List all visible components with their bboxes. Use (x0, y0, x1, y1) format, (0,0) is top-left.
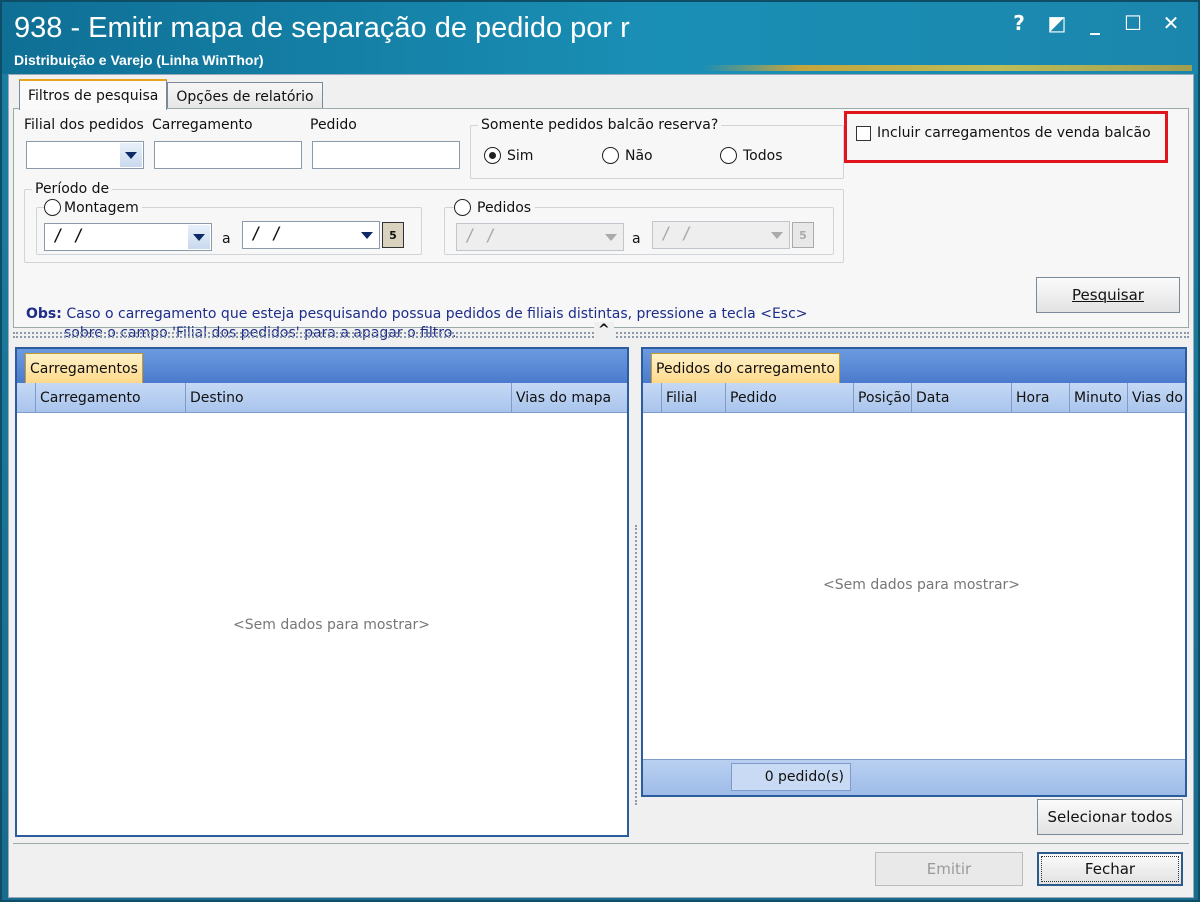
pedido-input[interactable] (312, 141, 460, 169)
carregamentos-grid: Carregamentos Carregamento Destino Vias … (15, 347, 629, 837)
column-pedido[interactable]: Pedido (725, 383, 853, 413)
chevron-down-icon[interactable] (600, 225, 622, 249)
tab-filtros-de-pesquisa[interactable]: Filtros de pesquisa (19, 79, 168, 110)
montagem-start-date[interactable]: / / (44, 223, 212, 251)
column-posicao[interactable]: Posição (853, 383, 911, 413)
radio-todos[interactable]: Todos (720, 147, 782, 164)
help-icon[interactable]: ? (1008, 11, 1030, 35)
window-title: 938 - Emitir mapa de separação de pedido… (14, 12, 630, 44)
radio-nao-label: Não (625, 147, 653, 164)
tab-pedidos-do-carregamento[interactable]: Pedidos do carregamento (651, 353, 840, 383)
radio-nao[interactable]: Não (602, 147, 653, 164)
selecionar-todos-button[interactable]: Selecionar todos (1037, 799, 1183, 835)
vertical-splitter[interactable] (635, 525, 639, 805)
carregamento-input[interactable] (154, 141, 302, 169)
column-vias[interactable]: Vias do (1127, 383, 1185, 413)
column-minuto[interactable]: Minuto (1069, 383, 1127, 413)
pedido-count: 0 pedido(s) (731, 763, 851, 791)
column-hora[interactable]: Hora (1011, 383, 1069, 413)
carregamentos-empty-message: <Sem dados para mostrar> (233, 617, 431, 633)
periodo-label: Período de (32, 181, 113, 197)
radio-sim-label: Sim (507, 147, 534, 164)
pedidos-empty-message: <Sem dados para mostrar> (823, 577, 1021, 593)
chevron-down-icon[interactable] (766, 223, 788, 247)
pedidos-grid-header: Filial Pedido Posição Data Hora Minuto V… (643, 383, 1185, 413)
montagem-end-date[interactable]: / / (242, 221, 380, 249)
tab-opcoes-de-relatorio[interactable]: Opções de relatório (167, 82, 323, 110)
pedidos-end-date[interactable]: / / (652, 221, 790, 249)
calendar-icon[interactable]: 5 (382, 222, 404, 248)
filial-dropdown[interactable] (26, 141, 144, 169)
column-data[interactable]: Data (911, 383, 1011, 413)
obs-line-1: Caso o carregamento que esteja pesquisan… (66, 306, 808, 322)
radio-montagem[interactable]: Montagem (44, 199, 142, 216)
fechar-button[interactable]: Fechar (1037, 852, 1183, 886)
filter-panel: Filial dos pedidos Carregamento Pedido S… (13, 108, 1189, 341)
window-subtitle: Distribuição e Varejo (Linha WinThor) (14, 52, 264, 68)
chevron-down-icon[interactable] (188, 225, 210, 249)
montagem-end-value: / / (251, 224, 282, 244)
row-indicator-column (643, 383, 661, 413)
minimize-icon[interactable]: _ (1084, 11, 1106, 35)
radio-todos-label: Todos (743, 147, 783, 164)
radio-empty-icon (720, 147, 737, 164)
app-window: 938 - Emitir mapa de separação de pedido… (0, 0, 1200, 902)
radio-sim[interactable]: Sim (484, 147, 533, 164)
montagem-start-value: / / (53, 226, 84, 246)
incluir-venda-balcao-label: Incluir carregamentos de venda balcão (877, 125, 1151, 141)
radio-empty-icon (44, 199, 61, 216)
title-bar[interactable]: 938 - Emitir mapa de separação de pedido… (2, 2, 1198, 74)
obs-prefix: Obs: (26, 306, 62, 322)
pedidos-start-date[interactable]: / / (456, 223, 624, 251)
column-vias-do-mapa[interactable]: Vias do mapa (511, 383, 627, 413)
selecionar-todos-label: Selecionar todos (1047, 808, 1173, 826)
balcao-reserva-label: Somente pedidos balcão reserva? (478, 117, 722, 133)
column-destino[interactable]: Destino (185, 383, 511, 413)
pedidos-period-label: Pedidos (477, 199, 532, 216)
pedido-label: Pedido (310, 117, 357, 133)
bottom-action-bar: Emitir Fechar (13, 843, 1189, 893)
title-stripe-decoration (702, 65, 1192, 71)
collapse-arrow-icon[interactable]: ^ (594, 322, 614, 338)
chevron-down-icon[interactable] (356, 223, 378, 247)
pesquisar-button[interactable]: Pesquisar (1036, 277, 1180, 313)
emitir-label: Emitir (926, 860, 972, 878)
maximize-icon[interactable]: ☐ (1122, 11, 1144, 35)
pesquisar-label: Pesquisar (1072, 286, 1144, 304)
tab-carregamentos[interactable]: Carregamentos (25, 353, 143, 383)
radio-empty-icon (602, 147, 619, 164)
tab-bar: Filtros de pesquisa Opções de relatório (19, 79, 323, 111)
incluir-venda-balcao-checkbox[interactable]: Incluir carregamentos de venda balcão (856, 125, 1151, 141)
column-carregamento[interactable]: Carregamento (35, 383, 185, 413)
pedidos-grid-tabbar: Pedidos do carregamento (643, 349, 1185, 383)
montagem-label: Montagem (64, 199, 139, 216)
column-filial[interactable]: Filial (661, 383, 725, 413)
carregamento-label: Carregamento (152, 117, 253, 133)
date-range-separator: a (222, 231, 231, 247)
pedidos-grid-footer: 0 pedido(s) (643, 759, 1185, 795)
client-area: Filtros de pesquisa Opções de relatório … (8, 74, 1194, 898)
carregamentos-grid-tabbar: Carregamentos (17, 349, 627, 383)
calendar-icon[interactable]: 5 (792, 222, 814, 248)
row-indicator-column (17, 383, 35, 413)
radio-empty-icon (454, 199, 471, 216)
pedidos-start-value: / / (465, 226, 496, 246)
radio-pedidos[interactable]: Pedidos (454, 199, 536, 216)
pedidos-end-value: / / (661, 224, 692, 244)
emitir-button[interactable]: Emitir (875, 852, 1023, 886)
radio-selected-icon (484, 147, 501, 164)
fechar-label: Fechar (1084, 860, 1136, 878)
carregamentos-grid-header: Carregamento Destino Vias do mapa (17, 383, 627, 413)
window-controls: ? ◩ _ ☐ ✕ (1008, 11, 1182, 35)
chevron-down-icon[interactable] (120, 143, 142, 167)
pedidos-grid: Pedidos do carregamento Filial Pedido Po… (641, 347, 1187, 797)
close-icon[interactable]: ✕ (1160, 11, 1182, 35)
checkbox-icon (856, 125, 871, 141)
restore-layout-icon[interactable]: ◩ (1046, 11, 1068, 35)
date-range-separator: a (632, 231, 641, 247)
filial-label: Filial dos pedidos (24, 117, 144, 133)
